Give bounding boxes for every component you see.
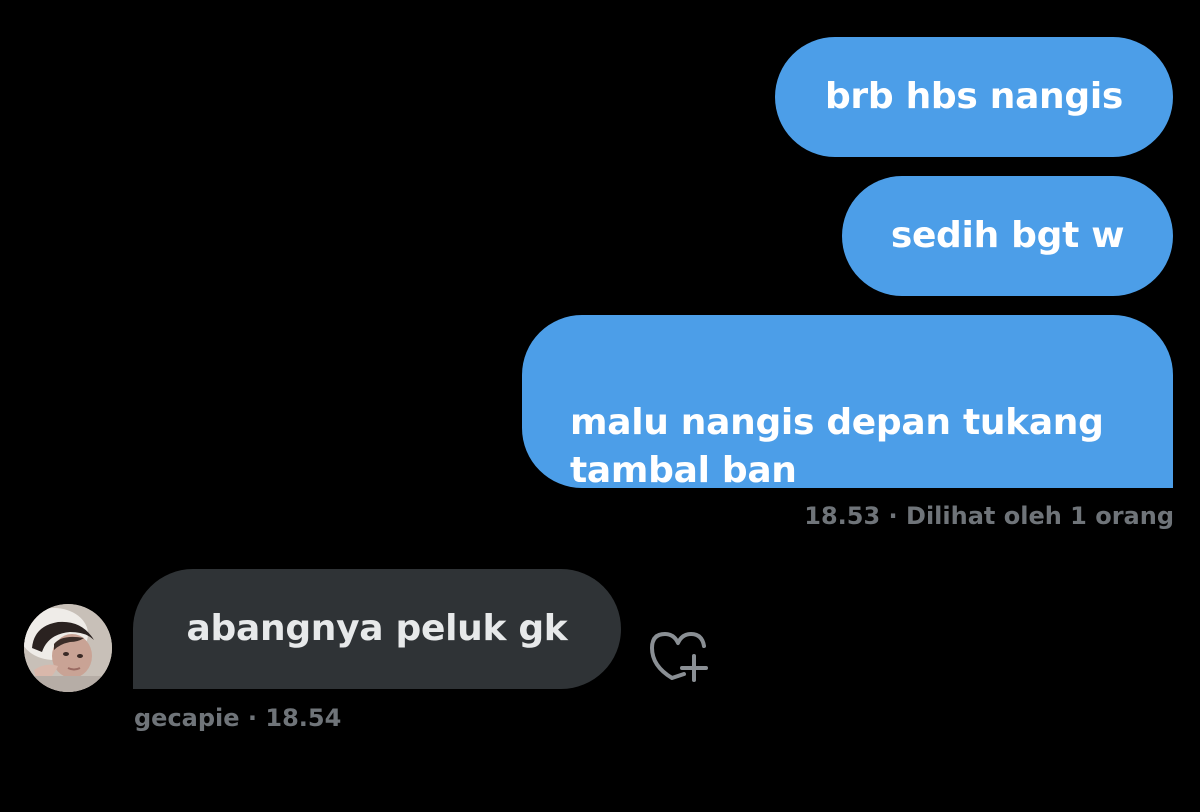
heart-plus-icon bbox=[650, 632, 708, 682]
seen-status: Dilihat oleh 1 orang bbox=[906, 502, 1174, 530]
sent-message-bubble[interactable]: brb hbs nangis bbox=[775, 37, 1173, 157]
received-message-meta: gecapie · 18.54 bbox=[134, 702, 341, 734]
add-reaction-button[interactable] bbox=[648, 628, 712, 684]
avatar-photo-icon bbox=[24, 604, 112, 692]
sent-message-text: malu nangis depan tukang tambal ban bbox=[570, 402, 1104, 491]
meta-separator: · bbox=[239, 704, 266, 732]
sent-message-bubble[interactable]: sedih bgt w bbox=[842, 176, 1173, 296]
sent-message-bubble[interactable]: malu nangis depan tukang tambal ban bbox=[522, 315, 1173, 491]
received-time: 18.54 bbox=[265, 704, 342, 732]
received-message-text: abangnya peluk gk bbox=[186, 608, 568, 649]
received-message-bubble[interactable]: abangnya peluk gk bbox=[133, 569, 621, 689]
sent-message-status: 18.53 · Dilihat oleh 1 orang bbox=[804, 500, 1174, 532]
sent-time: 18.53 bbox=[804, 502, 881, 530]
sent-message-text: brb hbs nangis bbox=[824, 76, 1124, 117]
sent-message-text: sedih bgt w bbox=[890, 215, 1125, 256]
meta-separator: · bbox=[880, 502, 907, 530]
user-avatar[interactable] bbox=[24, 604, 112, 692]
sender-name[interactable]: gecapie bbox=[134, 704, 240, 732]
